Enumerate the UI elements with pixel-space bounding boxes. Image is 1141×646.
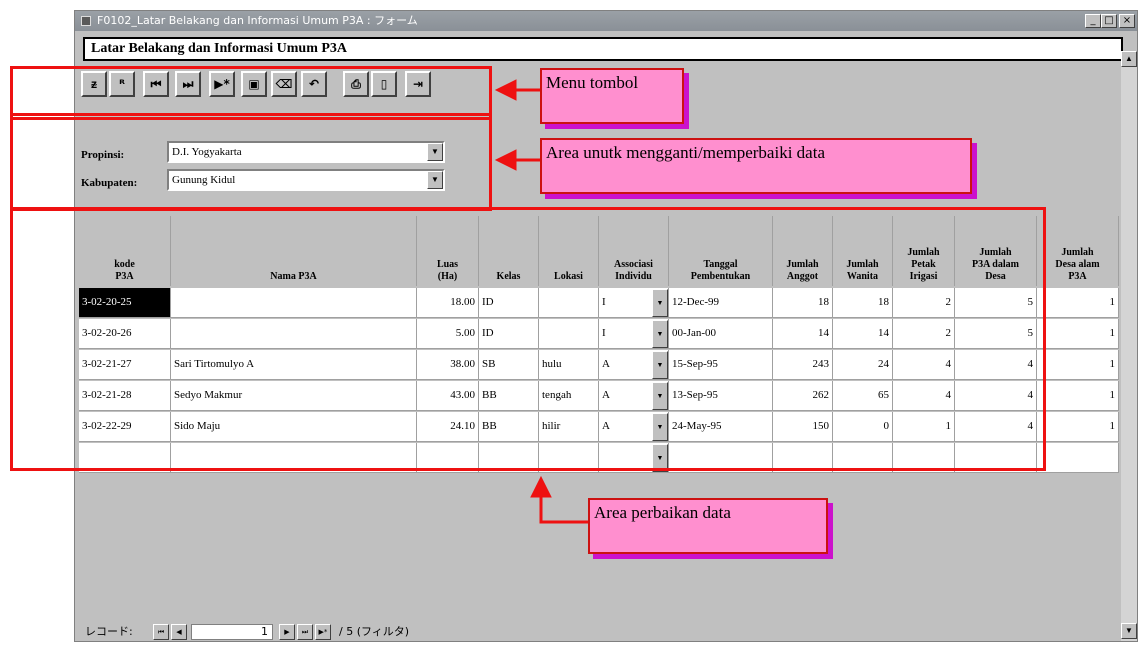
data-area-callout: Area perbaikan data xyxy=(588,498,828,554)
arrow-line xyxy=(539,496,588,524)
menu-callout: Menu tombol xyxy=(540,68,684,124)
arrow-head xyxy=(494,149,517,171)
edit-area-callout: Area unutk mengganti/memperbaiki data xyxy=(540,138,972,194)
arrow-head xyxy=(494,79,517,101)
arrow-head xyxy=(530,475,552,498)
